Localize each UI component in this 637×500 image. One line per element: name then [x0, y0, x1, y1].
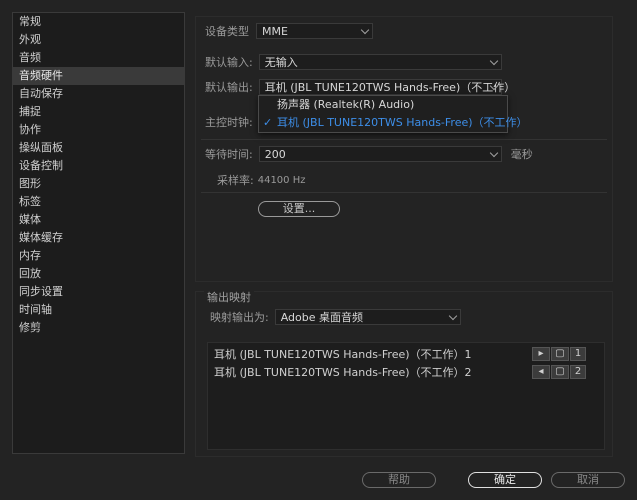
mapping-row-label: 耳机 (JBL TUNE120TWS Hands-Free)（不工作）1: [214, 348, 472, 361]
channel-box-icon[interactable]: ▢: [551, 365, 569, 379]
dropdown-option-label: 耳机 (JBL TUNE120TWS Hands-Free)（不工作）: [277, 116, 528, 129]
channel-number[interactable]: 2: [570, 365, 586, 379]
sidebar-item[interactable]: 时间轴: [13, 301, 184, 319]
device-type-label: 设备类型: [205, 25, 249, 38]
wait-time-select[interactable]: 200: [258, 146, 502, 162]
master-clock-label: 主控时钟:: [205, 116, 253, 129]
sidebar-item[interactable]: 回放: [13, 265, 184, 283]
checkmark-icon: ✓: [263, 116, 273, 129]
sample-rate-row: 采样率: 44100 Hz: [217, 172, 305, 188]
map-output-row: 映射输出为: Adobe 桌面音频: [210, 309, 461, 325]
wait-time-row: 等待时间: 200 毫秒: [205, 146, 533, 162]
sidebar-item[interactable]: 修剪: [13, 319, 184, 337]
sidebar-item[interactable]: 捕捉: [13, 103, 184, 121]
cancel-button[interactable]: 取消: [551, 472, 625, 488]
default-output-row: 默认输出: 耳机 (JBL TUNE120TWS Hands-Free)（不工作…: [205, 79, 515, 95]
device-type-select[interactable]: MME: [256, 23, 373, 39]
sidebar-item[interactable]: 外观: [13, 31, 184, 49]
map-output-select[interactable]: Adobe 桌面音频: [274, 309, 461, 325]
settings-button[interactable]: 设置...: [258, 201, 340, 217]
divider: [201, 139, 607, 140]
device-type-value: MME: [262, 25, 288, 38]
map-output-label: 映射输出为:: [210, 311, 269, 324]
output-mapping-list: 耳机 (JBL TUNE120TWS Hands-Free)（不工作）1 耳机 …: [207, 342, 605, 450]
chevron-down-icon: [489, 148, 498, 158]
preferences-sidebar: 常规 外观 音频 音频硬件 自动保存 捕捉 协作 操纵面板 设备控制 图形 标签 媒体 媒体缓存 内存 回放…: [12, 12, 185, 454]
sidebar-item[interactable]: 媒体缓存: [13, 229, 184, 247]
mapping-row[interactable]: 耳机 (JBL TUNE120TWS Hands-Free)（不工作）2: [214, 365, 472, 381]
sample-rate-label: 采样率:: [217, 174, 254, 187]
sidebar-item[interactable]: 设备控制: [13, 157, 184, 175]
channel-number[interactable]: 1: [570, 347, 586, 361]
default-output-value: 耳机 (JBL TUNE120TWS Hands-Free)（不工作）: [264, 81, 516, 94]
wait-time-label: 等待时间:: [205, 148, 253, 161]
default-input-row: 默认输入: 无输入: [205, 54, 502, 70]
master-clock-row: 主控时钟:: [205, 114, 253, 130]
output-mapping-title: 输出映射: [204, 289, 254, 305]
default-input-value: 无输入: [264, 56, 298, 69]
chevron-down-icon: [360, 25, 370, 35]
play-icon[interactable]: ▸: [532, 347, 550, 361]
sidebar-item[interactable]: 标签: [13, 193, 184, 211]
default-input-select[interactable]: 无输入: [258, 54, 502, 70]
sidebar-item[interactable]: 协作: [13, 121, 184, 139]
default-input-label: 默认输入:: [205, 56, 253, 69]
dropdown-option-speakers[interactable]: 扬声器 (Realtek(R) Audio): [259, 96, 507, 114]
map-output-value: Adobe 桌面音频: [280, 311, 364, 324]
wait-time-value: 200: [264, 148, 286, 161]
speaker-icon[interactable]: ◂: [532, 365, 550, 379]
sidebar-item[interactable]: 图形: [13, 175, 184, 193]
device-type-row: 设备类型 MME: [205, 23, 373, 39]
output-dropdown-menu: 扬声器 (Realtek(R) Audio) ✓ 耳机 (JBL TUNE120…: [258, 95, 528, 133]
default-output-select[interactable]: 耳机 (JBL TUNE120TWS Hands-Free)（不工作）: [258, 79, 515, 95]
sample-rate-value: 44100 Hz: [257, 174, 306, 186]
dropdown-option-label: 扬声器 (Realtek(R) Audio): [277, 98, 415, 111]
sidebar-item[interactable]: 操纵面板: [13, 139, 184, 157]
help-button[interactable]: 帮助: [362, 472, 436, 488]
chevron-down-icon: [448, 311, 457, 321]
divider: [201, 192, 607, 193]
ok-button[interactable]: 确定: [468, 472, 542, 488]
sidebar-item[interactable]: 内存: [13, 247, 184, 265]
channel-box-icon[interactable]: ▢: [551, 347, 569, 361]
sidebar-item[interactable]: 音频硬件: [13, 67, 184, 85]
sidebar-item[interactable]: 同步设置: [13, 283, 184, 301]
default-output-label: 默认输出:: [205, 81, 253, 94]
mapping-row[interactable]: 耳机 (JBL TUNE120TWS Hands-Free)（不工作）1: [214, 347, 472, 363]
sidebar-item[interactable]: 常规: [13, 13, 184, 31]
mapping-row-label: 耳机 (JBL TUNE120TWS Hands-Free)（不工作）2: [214, 366, 472, 379]
sidebar-item[interactable]: 媒体: [13, 211, 184, 229]
wait-time-unit: 毫秒: [510, 148, 533, 161]
chevron-down-icon: [489, 56, 498, 66]
dropdown-option-headphones[interactable]: ✓ 耳机 (JBL TUNE120TWS Hands-Free)（不工作）: [259, 114, 528, 132]
sidebar-item[interactable]: 音频: [13, 49, 184, 67]
sidebar-item[interactable]: 自动保存: [13, 85, 184, 103]
